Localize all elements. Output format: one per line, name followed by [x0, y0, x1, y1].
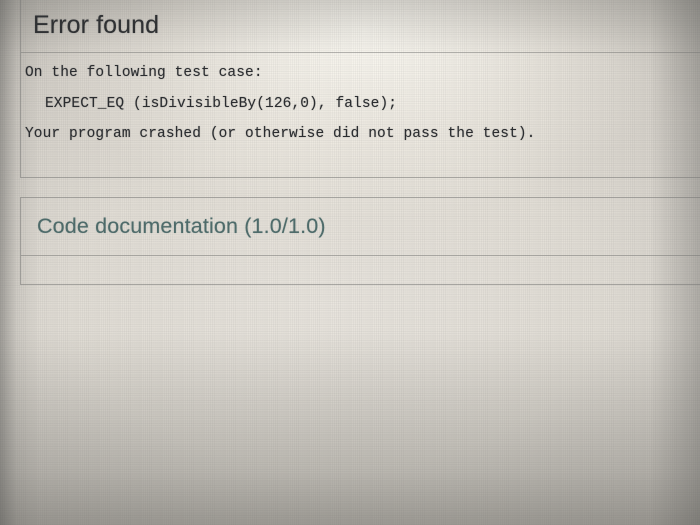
- error-panel-header: Error found: [21, 0, 700, 53]
- code-documentation-header[interactable]: Code documentation (1.0/1.0): [21, 198, 700, 256]
- error-panel-title: Error found: [33, 10, 160, 39]
- error-message-line-1: On the following test case:: [25, 65, 263, 81]
- code-documentation-panel[interactable]: Code documentation (1.0/1.0): [20, 197, 700, 285]
- error-panel-body: On the following test case: EXPECT_EQ (i…: [21, 53, 700, 154]
- code-documentation-title: Code documentation (1.0/1.0): [37, 214, 326, 238]
- error-message-line-3: Your program crashed (or otherwise did n…: [25, 126, 536, 142]
- code-documentation-body: [21, 256, 700, 284]
- error-message-line-2: EXPECT_EQ (isDivisibleBy(126,0), false);: [45, 95, 398, 112]
- error-found-panel: Error found On the following test case: …: [20, 0, 700, 178]
- grader-results-page: Error found On the following test case: …: [0, 0, 700, 525]
